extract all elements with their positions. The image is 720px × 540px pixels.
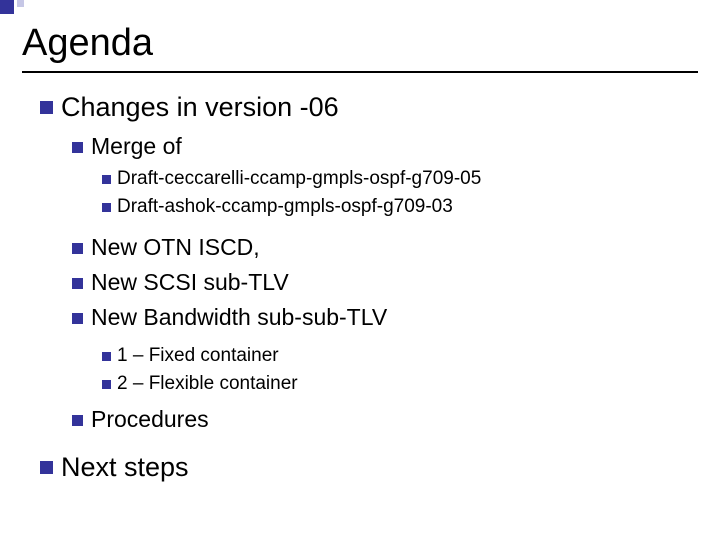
bullet-icon [102,203,111,212]
list-item: Draft-ashok-ccamp-gmpls-ospf-g709-03 [102,194,720,220]
bullet-icon [102,352,111,361]
slide-title: Agenda [22,22,720,65]
title-rule [22,71,698,73]
text-new2: New SCSI sub-TLV [91,269,289,295]
slide-body: Changes in version -06 Merge of Draft-ce… [40,89,720,486]
bullet-icon [72,278,83,289]
text-c1: 1 – Fixed container [117,345,279,366]
bullet-icon [72,415,83,426]
text-new3: New Bandwidth sub-sub-TLV [91,304,387,330]
list-item: New SCSI sub-TLV [72,267,720,298]
bullet-icon [40,101,53,114]
list-item: New Bandwidth sub-sub-TLV [72,302,720,333]
bullet-icon [72,313,83,324]
bullet-icon [72,243,83,254]
accent-square-large [0,0,14,14]
text-proc: Procedures [91,406,209,432]
bullet-icon [72,142,83,153]
list-item: Changes in version -06 [40,89,720,125]
list-item: Procedures [72,404,720,435]
text-new1: New OTN ISCD, [91,234,260,260]
list-item: New OTN ISCD, [72,232,720,263]
text-changes: Changes in version -06 [61,92,339,122]
text-c2: 2 – Flexible container [117,373,298,394]
bullet-icon [40,461,53,474]
text-merge: Merge of [91,133,182,159]
text-draft1: Draft-ceccarelli-ccamp-gmpls-ospf-g709-0… [117,168,481,189]
text-next: Next steps [61,452,189,482]
list-item: Draft-ceccarelli-ccamp-gmpls-ospf-g709-0… [102,166,720,192]
list-item: Next steps [40,449,720,485]
list-item: 2 – Flexible container [102,371,720,397]
corner-accent [0,0,24,14]
slide: Agenda Changes in version -06 Merge of D… [0,0,720,540]
bullet-icon [102,380,111,389]
bullet-icon [102,175,111,184]
accent-square-small [17,0,24,7]
list-item: 1 – Fixed container [102,343,720,369]
list-item: Merge of [72,131,720,162]
text-draft2: Draft-ashok-ccamp-gmpls-ospf-g709-03 [117,196,453,217]
